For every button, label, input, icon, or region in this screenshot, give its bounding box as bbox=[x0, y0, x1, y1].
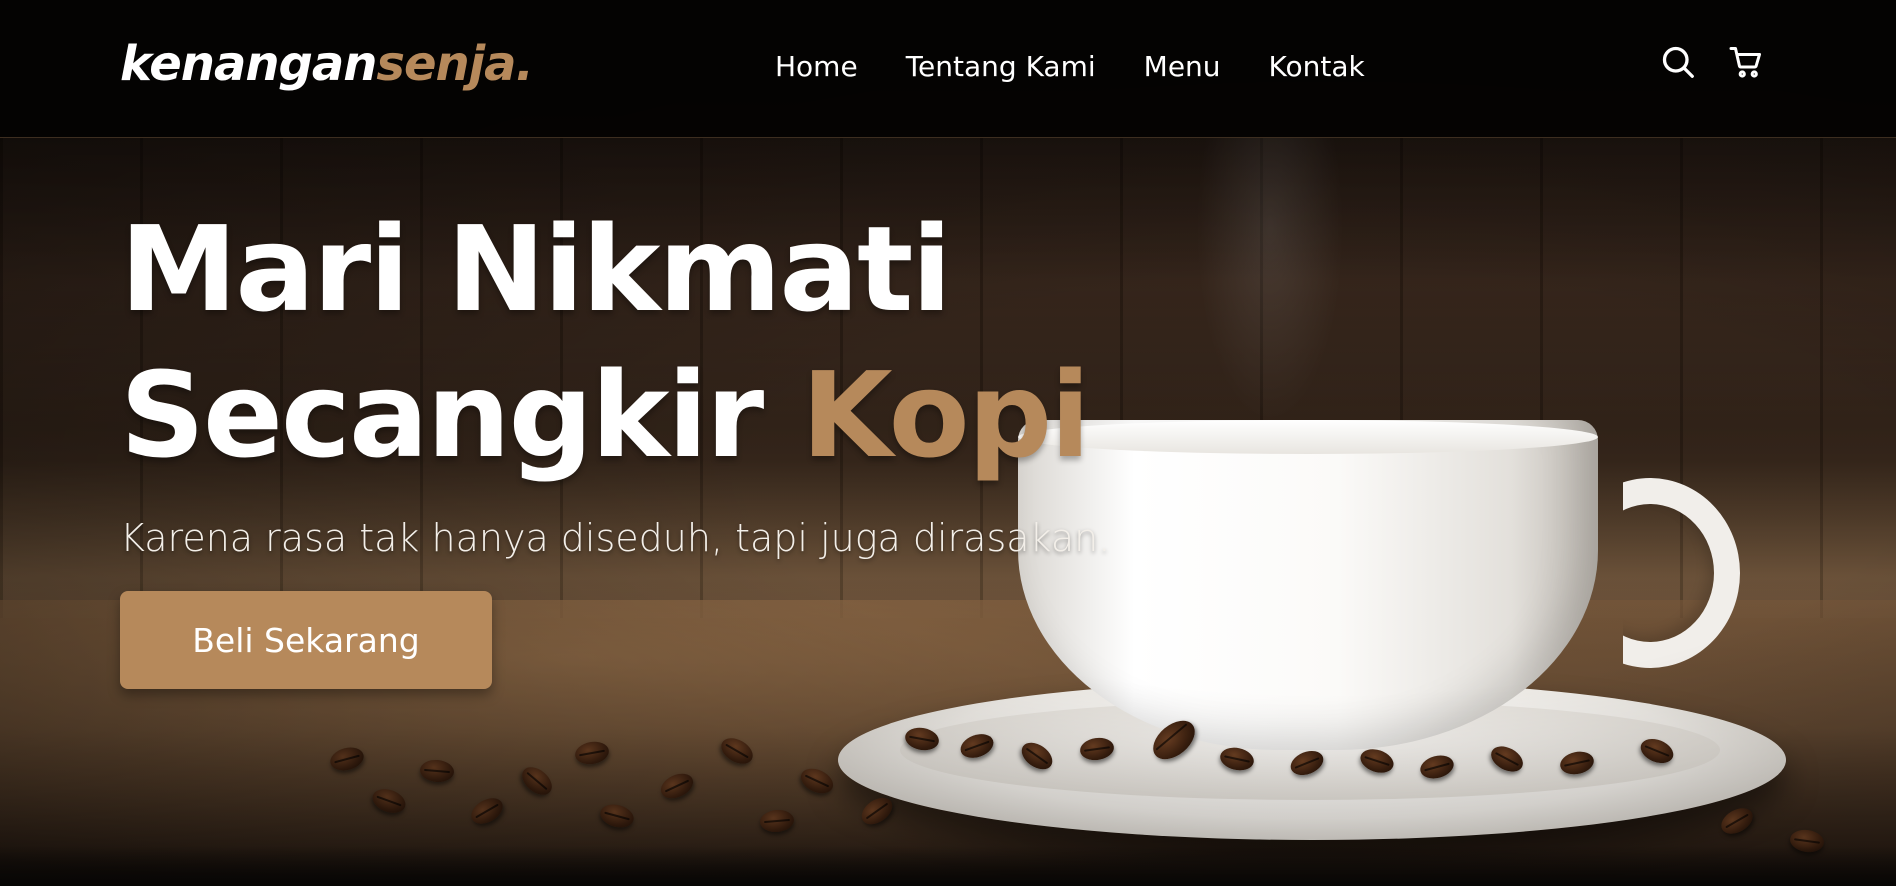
nav-link-home[interactable]: Home bbox=[775, 50, 858, 83]
hero-headline-line2: Secangkir bbox=[120, 346, 802, 484]
shopping-cart-icon[interactable] bbox=[1728, 44, 1764, 80]
hero-headline: Mari Nikmati Secangkir Kopi bbox=[120, 196, 1091, 488]
brand-logo[interactable]: kenangansenja. bbox=[120, 36, 534, 92]
navbar: kenangansenja. Home Tentang Kami Menu Ko… bbox=[0, 0, 1896, 138]
brand-name-dot: . bbox=[515, 36, 534, 92]
nav-link-menu[interactable]: Menu bbox=[1144, 50, 1221, 83]
hero-bottom-fade bbox=[0, 846, 1896, 886]
brand-name-accent: senja bbox=[376, 36, 516, 92]
nav-icons bbox=[1660, 44, 1764, 80]
nav-links: Home Tentang Kami Menu Kontak bbox=[775, 50, 1365, 83]
hero-headline-line1: Mari Nikmati bbox=[120, 200, 952, 338]
nav-link-tentang-kami[interactable]: Tentang Kami bbox=[906, 50, 1096, 83]
hero-headline-accent: Kopi bbox=[801, 346, 1090, 484]
brand-name-main: kenangan bbox=[120, 36, 377, 92]
landing-page: Mari Nikmati Secangkir Kopi Karena rasa … bbox=[0, 0, 1900, 886]
buy-now-button[interactable]: Beli Sekarang bbox=[120, 591, 492, 689]
nav-link-kontak[interactable]: Kontak bbox=[1269, 50, 1365, 83]
hero-subtitle: Karena rasa tak hanya diseduh, tapi juga… bbox=[120, 516, 1111, 560]
search-icon[interactable] bbox=[1660, 44, 1696, 80]
